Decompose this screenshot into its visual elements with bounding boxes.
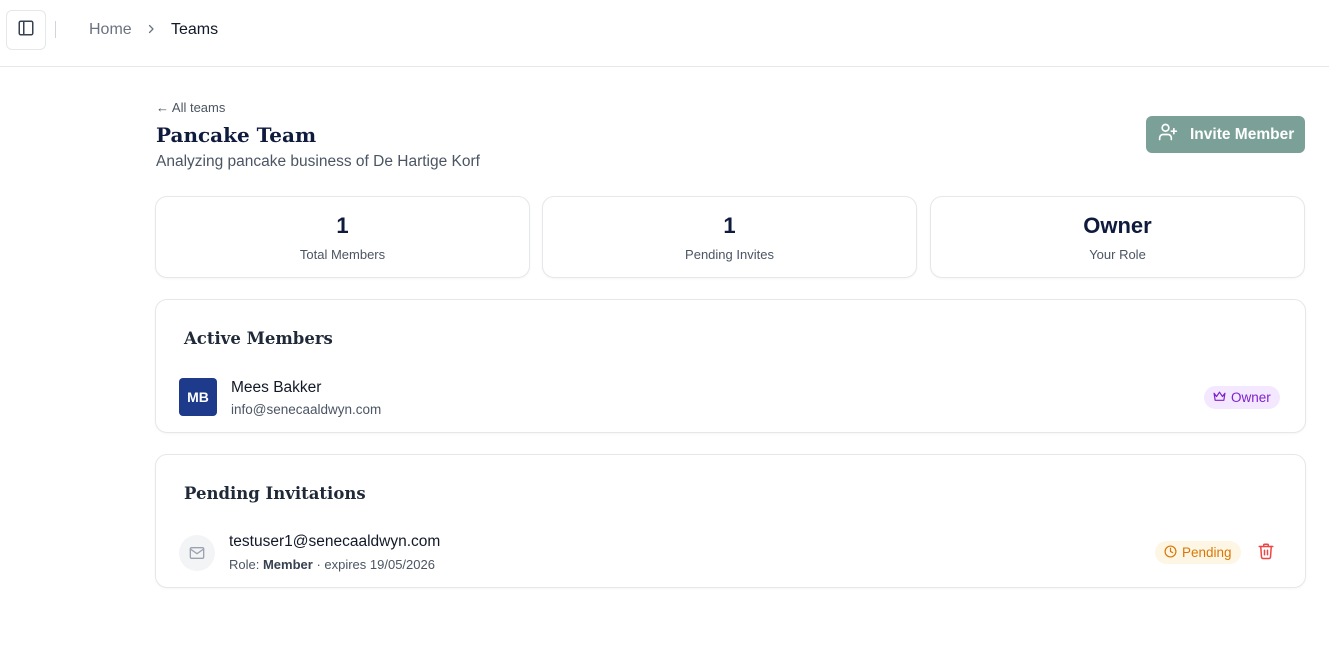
top-bar: Home Teams bbox=[0, 0, 1329, 67]
breadcrumb-home-link[interactable]: Home bbox=[89, 20, 132, 40]
user-plus-icon bbox=[1158, 122, 1178, 147]
invitation-role: Member bbox=[262, 557, 313, 572]
stat-card-total-members: 1 Total Members bbox=[155, 196, 530, 278]
panel-left-icon bbox=[17, 19, 35, 42]
role-badge-owner: Owner bbox=[1204, 386, 1280, 409]
all-teams-link[interactable]: ← All teams bbox=[156, 100, 225, 115]
page-title: Pancake Team bbox=[156, 123, 317, 147]
team-description: Analyzing pancake business of De Hartige… bbox=[156, 153, 480, 170]
stat-label: Your Role bbox=[1089, 247, 1146, 262]
invite-member-label: Invite Member bbox=[1190, 125, 1295, 143]
section-title: Pending Invitations bbox=[184, 484, 366, 503]
role-prefix: Role: bbox=[229, 557, 263, 572]
trash-icon bbox=[1257, 542, 1275, 565]
stat-label: Pending Invites bbox=[685, 247, 774, 262]
active-members-card: Active Members MB Mees Bakker info@senec… bbox=[155, 299, 1306, 433]
clock-icon bbox=[1164, 544, 1177, 561]
stat-label: Total Members bbox=[299, 247, 386, 262]
status-badge-label: Pending bbox=[1182, 545, 1232, 560]
stat-value: 1 bbox=[723, 213, 736, 238]
delete-invitation-button[interactable] bbox=[1255, 542, 1277, 564]
breadcrumb-current: Teams bbox=[171, 21, 219, 38]
role-badge-label: Owner bbox=[1231, 390, 1271, 405]
crown-icon bbox=[1213, 390, 1226, 406]
stat-card-your-role: Owner Your Role bbox=[930, 196, 1305, 278]
invitation-email: testuser1@senecaaldwyn.com bbox=[229, 533, 441, 550]
status-badge-pending: Pending bbox=[1155, 541, 1241, 564]
pending-invitations-card: Pending Invitations testuser1@senecaaldw… bbox=[155, 454, 1306, 588]
avatar: MB bbox=[179, 378, 217, 416]
sidebar-toggle-button[interactable] bbox=[6, 10, 46, 50]
stat-value: 1 bbox=[336, 213, 349, 238]
invitation-meta: Role: Member · expires 19/05/2026 bbox=[229, 557, 435, 572]
invite-member-button[interactable]: Invite Member bbox=[1146, 116, 1305, 153]
invitation-expiry: · expires 19/05/2026 bbox=[312, 557, 435, 572]
stat-value: Owner bbox=[1083, 213, 1152, 238]
mail-icon bbox=[179, 535, 215, 571]
chevron-right-icon bbox=[145, 22, 157, 41]
divider bbox=[55, 21, 56, 38]
member-name: Mees Bakker bbox=[231, 379, 322, 396]
member-email: info@senecaaldwyn.com bbox=[231, 402, 382, 417]
section-title: Active Members bbox=[184, 329, 333, 348]
stat-card-pending-invites: 1 Pending Invites bbox=[542, 196, 917, 278]
